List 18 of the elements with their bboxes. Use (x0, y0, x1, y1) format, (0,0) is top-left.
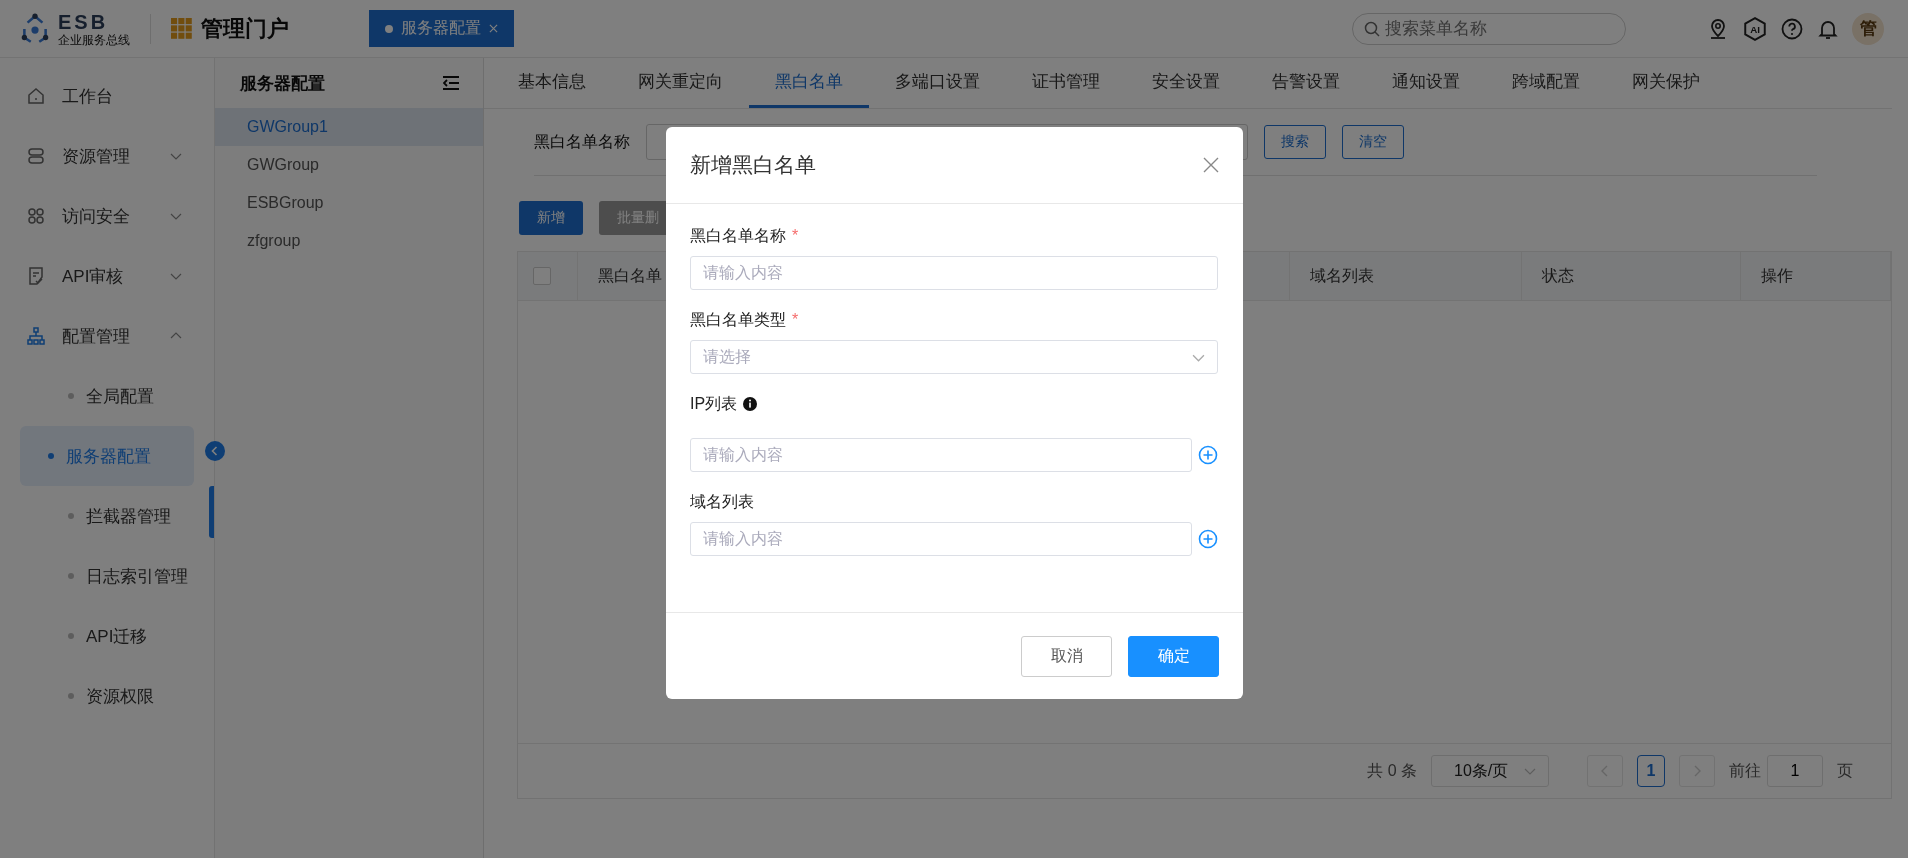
goto-suffix: 页 (1837, 760, 1853, 781)
column-header: 操作 (1741, 252, 1891, 300)
dialog-title: 新增黑白名单 (690, 152, 816, 178)
field-label: 域名列表 (690, 491, 754, 512)
goto-label: 前往 (1729, 760, 1761, 781)
total-count: 共 0 条 (1367, 760, 1417, 781)
column-header: 域名列表 (1290, 252, 1522, 300)
panel-title: 服务器配置 (240, 72, 325, 95)
required-mark: * (792, 311, 799, 329)
field-label: IP列表 (690, 393, 738, 414)
portal-title: 管理门户 (201, 14, 289, 43)
column-header: 状态 (1522, 252, 1741, 300)
field-label: 黑白名单名称 (690, 225, 786, 246)
field-label: 黑白名单类型 (690, 309, 786, 330)
logo-title: ESB (58, 11, 110, 32)
required-mark: * (792, 227, 799, 245)
filter-label: 黑白名单名称 (534, 131, 630, 152)
logo-subtitle: 企业服务总线 (58, 33, 130, 46)
